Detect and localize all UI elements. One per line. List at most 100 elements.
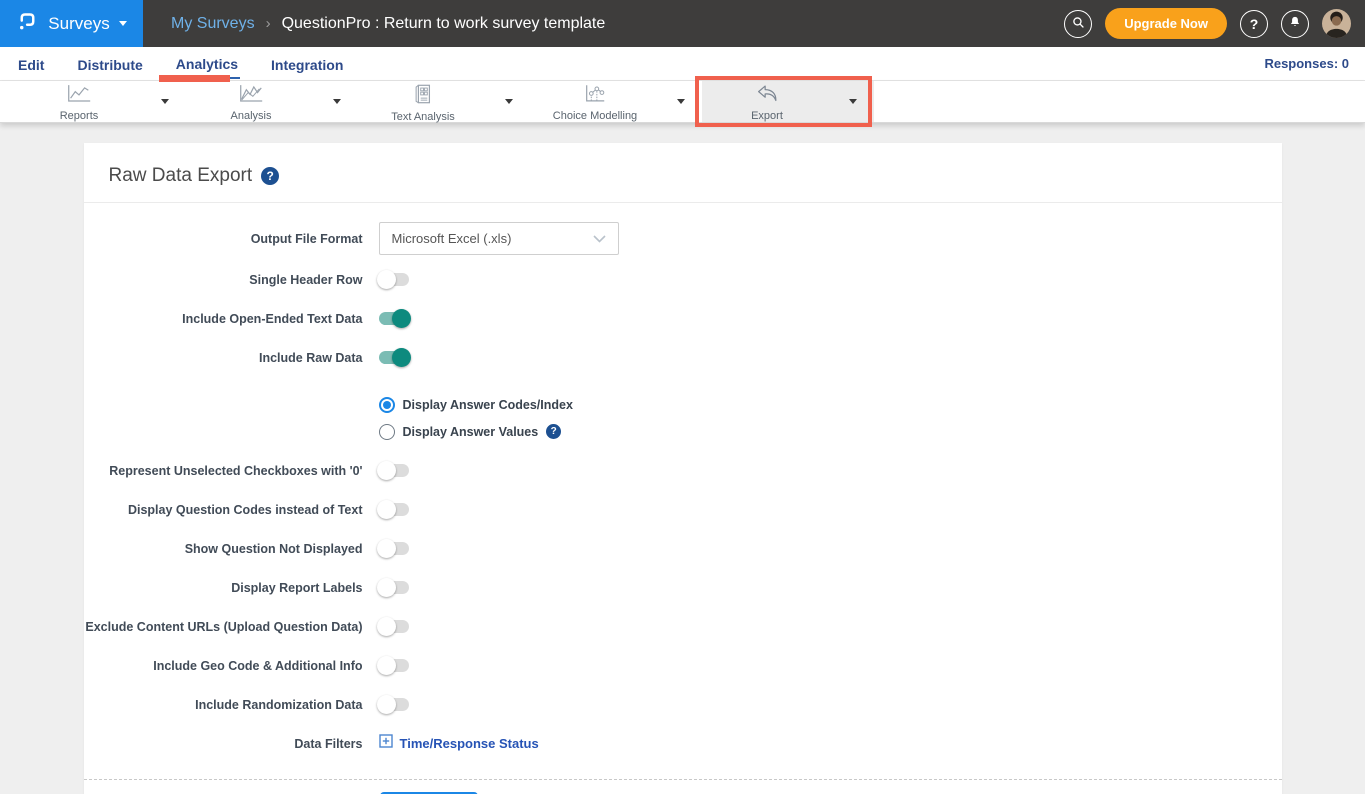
notifications-button[interactable] bbox=[1281, 10, 1309, 38]
toggle-knob bbox=[377, 461, 396, 480]
choice-modelling-button[interactable]: Choice Modelling bbox=[530, 81, 660, 122]
reports-dropdown-caret[interactable] bbox=[144, 81, 186, 122]
download-row: Download bbox=[84, 780, 1282, 794]
field-label: Include Geo Code & Additional Info bbox=[84, 659, 379, 673]
reports-chart-icon bbox=[65, 83, 93, 109]
choice-modelling-icon bbox=[583, 83, 607, 109]
geo-code-row: Include Geo Code & Additional Info bbox=[84, 646, 1282, 685]
bell-icon bbox=[1287, 14, 1303, 33]
field-label: Output File Format bbox=[84, 232, 379, 246]
search-button[interactable] bbox=[1064, 10, 1092, 38]
question-not-displayed-toggle[interactable] bbox=[379, 542, 409, 555]
field-label: Represent Unselected Checkboxes with '0' bbox=[84, 464, 379, 478]
survey-tabs: Edit Distribute Analytics Integration Re… bbox=[0, 47, 1365, 81]
field-label: Data Filters bbox=[84, 737, 379, 751]
unselected-checkboxes-toggle[interactable] bbox=[379, 464, 409, 477]
analysis-chart-icon bbox=[237, 83, 265, 109]
export-dropdown-caret[interactable] bbox=[832, 81, 874, 122]
display-answer-values-row: Display Answer Values ? bbox=[84, 418, 1282, 445]
toggle-knob bbox=[392, 348, 411, 367]
field-label: Display Question Codes instead of Text bbox=[84, 503, 379, 517]
upgrade-now-button[interactable]: Upgrade Now bbox=[1105, 8, 1227, 39]
choice-modelling-dropdown-caret[interactable] bbox=[660, 81, 702, 122]
randomization-data-row: Include Randomization Data bbox=[84, 685, 1282, 724]
display-answer-values-help-icon[interactable]: ? bbox=[546, 424, 561, 439]
tab-analytics[interactable]: Analytics bbox=[174, 49, 240, 79]
panel-header: Raw Data Export ? bbox=[84, 143, 1282, 203]
display-answer-codes-row: Display Answer Codes/Index bbox=[84, 391, 1282, 418]
raw-data-export-panel: Raw Data Export ? Output File Format Mic… bbox=[84, 143, 1282, 794]
report-labels-toggle[interactable] bbox=[379, 581, 409, 594]
responses-count: Responses: 0 bbox=[1264, 56, 1349, 71]
text-analysis-dropdown-caret[interactable] bbox=[488, 81, 530, 122]
toggle-knob bbox=[377, 656, 396, 675]
exclude-content-urls-row: Exclude Content URLs (Upload Question Da… bbox=[84, 607, 1282, 646]
caret-down-icon bbox=[677, 99, 685, 104]
question-mark-icon: ? bbox=[1250, 16, 1259, 32]
toolbar-label: Analysis bbox=[231, 110, 272, 122]
display-answer-codes-radio[interactable] bbox=[379, 397, 395, 413]
link-label: Time/Response Status bbox=[400, 736, 539, 751]
text-analysis-icon bbox=[412, 83, 434, 110]
user-avatar[interactable] bbox=[1322, 9, 1351, 38]
caret-down-icon bbox=[161, 99, 169, 104]
raw-data-export-help-icon[interactable]: ? bbox=[261, 167, 279, 185]
toolbar-label: Choice Modelling bbox=[553, 110, 637, 122]
export-button[interactable]: Export bbox=[702, 81, 832, 122]
toolbar-group-reports: Reports bbox=[14, 81, 186, 122]
field-label: Exclude Content URLs (Upload Question Da… bbox=[84, 620, 379, 634]
toggle-knob bbox=[377, 500, 396, 519]
unselected-checkboxes-row: Represent Unselected Checkboxes with '0' bbox=[84, 451, 1282, 490]
survey-title: QuestionPro : Return to work survey temp… bbox=[282, 15, 606, 33]
radio-label: Display Answer Values bbox=[403, 425, 539, 439]
exclude-content-urls-toggle[interactable] bbox=[379, 620, 409, 633]
analysis-dropdown-caret[interactable] bbox=[316, 81, 358, 122]
single-header-row-toggle[interactable] bbox=[379, 273, 409, 286]
text-analysis-button[interactable]: Text Analysis bbox=[358, 81, 488, 122]
reports-button[interactable]: Reports bbox=[14, 81, 144, 122]
app-header: Surveys My Surveys › QuestionPro : Retur… bbox=[0, 0, 1365, 47]
export-settings-form: Output File Format Microsoft Excel (.xls… bbox=[84, 203, 1282, 794]
toggle-knob bbox=[392, 309, 411, 328]
field-label: Include Randomization Data bbox=[84, 698, 379, 712]
question-codes-toggle[interactable] bbox=[379, 503, 409, 516]
output-file-format-row: Output File Format Microsoft Excel (.xls… bbox=[84, 213, 1282, 260]
surveys-product-menu[interactable]: Surveys bbox=[0, 0, 143, 47]
question-not-displayed-row: Show Question Not Displayed bbox=[84, 529, 1282, 568]
toolbar-label: Text Analysis bbox=[391, 111, 455, 123]
product-label: Surveys bbox=[48, 14, 109, 34]
toggle-knob bbox=[377, 578, 396, 597]
field-label: Display Report Labels bbox=[84, 581, 379, 595]
field-label: Include Open-Ended Text Data bbox=[84, 312, 379, 326]
output-file-format-select[interactable]: Microsoft Excel (.xls) bbox=[379, 222, 619, 255]
header-actions: Upgrade Now ? bbox=[1064, 8, 1365, 39]
answer-display-radio-group: Display Answer Codes/Index Display Answe… bbox=[84, 391, 1282, 445]
analytics-toolbar: Reports Analysis Text Analysis Choice Mo… bbox=[0, 81, 1365, 123]
tab-integration[interactable]: Integration bbox=[269, 50, 345, 78]
chevron-down-icon bbox=[593, 231, 606, 246]
field-label: Include Raw Data bbox=[84, 351, 379, 365]
toggle-knob bbox=[377, 270, 396, 289]
include-open-ended-text-data-toggle[interactable] bbox=[379, 312, 409, 325]
single-header-row-row: Single Header Row bbox=[84, 260, 1282, 299]
question-codes-row: Display Question Codes instead of Text bbox=[84, 490, 1282, 529]
breadcrumb-my-surveys[interactable]: My Surveys bbox=[171, 15, 255, 33]
tab-distribute[interactable]: Distribute bbox=[75, 50, 144, 78]
toggle-knob bbox=[377, 695, 396, 714]
data-filters-row: Data Filters Time/Response Status bbox=[84, 724, 1282, 763]
analysis-button[interactable]: Analysis bbox=[186, 81, 316, 122]
toolbar-group-text-analysis: Text Analysis bbox=[358, 81, 530, 122]
display-answer-values-radio[interactable] bbox=[379, 424, 395, 440]
field-label: Show Question Not Displayed bbox=[84, 542, 379, 556]
report-labels-row: Display Report Labels bbox=[84, 568, 1282, 607]
time-response-status-link[interactable]: Time/Response Status bbox=[379, 734, 539, 753]
include-raw-data-toggle[interactable] bbox=[379, 351, 409, 364]
help-button[interactable]: ? bbox=[1240, 10, 1268, 38]
search-icon bbox=[1070, 14, 1087, 34]
toolbar-group-choice-modelling: Choice Modelling bbox=[530, 81, 702, 122]
caret-down-icon bbox=[505, 99, 513, 104]
randomization-data-toggle[interactable] bbox=[379, 698, 409, 711]
tab-edit[interactable]: Edit bbox=[16, 50, 46, 78]
breadcrumb: My Surveys › QuestionPro : Return to wor… bbox=[171, 15, 605, 33]
geo-code-toggle[interactable] bbox=[379, 659, 409, 672]
